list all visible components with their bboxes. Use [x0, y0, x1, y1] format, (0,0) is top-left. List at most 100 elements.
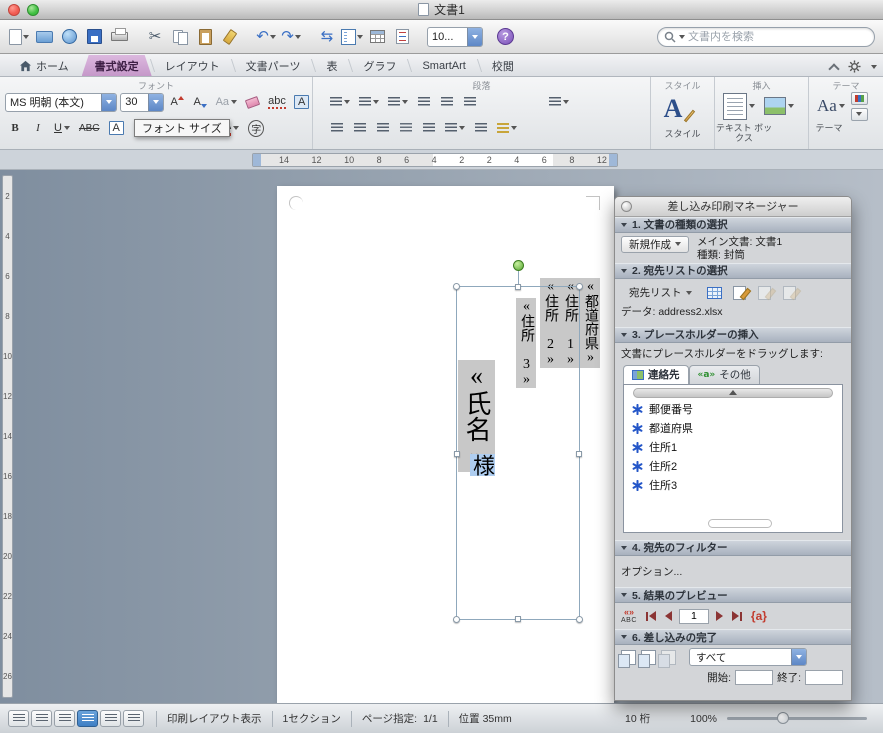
tab-review[interactable]: 校閲 — [479, 55, 527, 76]
view-fullscreen-button[interactable] — [123, 710, 144, 727]
field-item-address2[interactable]: 住所2 — [624, 457, 842, 476]
save-button[interactable] — [83, 24, 105, 50]
field-item-address1[interactable]: 住所1 — [624, 438, 842, 457]
gear-icon[interactable] — [848, 60, 861, 73]
font-size-combo[interactable]: 30 — [120, 93, 164, 112]
themes-button[interactable]: Aa — [814, 90, 848, 122]
previous-record-button[interactable] — [663, 611, 674, 621]
scroll-up-button[interactable] — [633, 388, 833, 398]
start-record-input[interactable] — [735, 670, 773, 685]
tab-format[interactable]: 書式設定 — [82, 55, 152, 76]
recipient-list-button[interactable]: 宛先リスト — [621, 284, 700, 301]
underline-button[interactable]: U — [51, 118, 73, 139]
enclose-characters-button[interactable]: 字 — [245, 118, 267, 139]
align-center-button[interactable] — [350, 118, 370, 139]
bold-button[interactable]: B — [5, 118, 25, 139]
last-record-button[interactable] — [730, 611, 744, 621]
sort-button[interactable] — [460, 92, 480, 113]
list-scrollbar[interactable] — [708, 519, 772, 528]
section-1-header[interactable]: 1. 文書の種類の選択 — [615, 217, 851, 233]
text-box-button[interactable] — [720, 90, 758, 122]
multilevel-list-button[interactable] — [385, 92, 411, 113]
envelope-page[interactable]: «都道府県» «住所 1» «住所 2» «住所 3» «氏名» 様 — [277, 186, 614, 703]
tab-smartart[interactable]: SmartArt — [409, 55, 478, 76]
theme-colors-button[interactable] — [851, 92, 868, 105]
shading-button[interactable] — [494, 118, 520, 139]
undo-button[interactable]: ↶ — [255, 24, 277, 50]
redo-button[interactable]: ↷ — [280, 24, 302, 50]
copy-button[interactable] — [169, 24, 191, 50]
merge-range-popup[interactable]: すべて — [689, 648, 807, 666]
tab-document-elements[interactable]: 文書パーツ — [233, 55, 314, 76]
handle-middle-left[interactable] — [454, 451, 460, 457]
edit-recipients-button[interactable] — [730, 285, 750, 301]
gear-dropdown-icon[interactable] — [871, 65, 877, 69]
search-input[interactable] — [688, 31, 868, 43]
view-notebook-button[interactable] — [100, 710, 121, 727]
handle-bottom-center[interactable] — [515, 616, 521, 622]
italic-button[interactable]: I — [28, 118, 48, 139]
end-record-input[interactable] — [805, 670, 843, 685]
field-item-address3[interactable]: 住所3 — [624, 476, 842, 495]
print-button[interactable] — [108, 24, 130, 50]
open-button[interactable] — [33, 24, 55, 50]
merge-field-list[interactable]: 郵便番号 都道府県 住所1 住所2 住所3 — [623, 384, 843, 533]
view-outline-button[interactable] — [31, 710, 52, 727]
view-merged-data-toggle[interactable]: «» ABC — [621, 608, 637, 624]
spelling-style-button[interactable]: abc — [266, 92, 289, 113]
highlight-merge-fields-button[interactable]: {a} — [751, 609, 767, 623]
ruler-left-margin[interactable] — [253, 154, 261, 166]
grid-settings-button[interactable] — [471, 118, 491, 139]
section-6-header[interactable]: 6. 差し込みの完了 — [615, 629, 851, 645]
handle-bottom-left[interactable] — [453, 616, 460, 623]
ruler-right-margin[interactable] — [609, 154, 617, 166]
field-item-postal-code[interactable]: 郵便番号 — [624, 400, 842, 419]
clear-formatting-button[interactable] — [243, 92, 263, 113]
filter-options-button[interactable]: オプション... — [621, 564, 682, 579]
strikethrough-button[interactable]: ABC — [76, 118, 103, 139]
justify-button[interactable] — [396, 118, 416, 139]
table-button[interactable] — [366, 24, 388, 50]
handle-bottom-right[interactable] — [576, 616, 583, 623]
font-name-combo[interactable]: MS 明朝 (本文) — [5, 93, 117, 112]
close-window-button[interactable] — [8, 4, 20, 16]
paste-button[interactable] — [194, 24, 216, 50]
change-case-button[interactable]: Aa — [213, 92, 239, 113]
view-columns-button[interactable] — [341, 24, 363, 50]
zoom-window-button[interactable] — [27, 4, 39, 16]
vertical-ruler[interactable]: 24 68 1012 1416 1820 2224 26 — [2, 175, 13, 698]
zoom-slider[interactable] — [727, 717, 867, 720]
view-draft-button[interactable] — [8, 710, 29, 727]
zoom-dropdown-button[interactable] — [467, 28, 482, 46]
format-painter-button[interactable] — [219, 24, 241, 50]
asian-layout-button[interactable] — [546, 92, 572, 113]
handle-top-center[interactable] — [515, 284, 521, 290]
merge-to-printer-button[interactable] — [641, 650, 656, 665]
add-data-source-button[interactable] — [780, 285, 800, 301]
record-number-input[interactable] — [679, 609, 709, 624]
zoom-slider-thumb[interactable] — [777, 712, 789, 724]
collapse-ribbon-button[interactable] — [828, 63, 839, 74]
picture-button[interactable] — [761, 90, 797, 122]
tab-charts[interactable]: グラフ — [350, 55, 409, 76]
numbering-button[interactable] — [356, 92, 382, 113]
font-name-dropdown[interactable] — [101, 94, 116, 111]
grow-font-button[interactable]: A — [167, 92, 187, 113]
character-shading-button[interactable]: A — [291, 92, 312, 113]
styles-button[interactable]: A — [651, 89, 695, 129]
tab-tables[interactable]: 表 — [313, 55, 350, 76]
tab-layout[interactable]: レイアウト — [152, 55, 233, 76]
section-4-header[interactable]: 4. 宛先のフィルター — [615, 540, 851, 556]
open-data-source-button[interactable] — [705, 285, 725, 301]
page-indicator-label[interactable]: ページ指定: — [362, 711, 417, 726]
handle-top-right[interactable] — [576, 283, 583, 290]
handle-middle-right[interactable] — [576, 451, 582, 457]
font-size-dropdown[interactable] — [148, 94, 163, 111]
search-box[interactable] — [657, 27, 875, 47]
merge-range-dropdown[interactable] — [791, 649, 806, 665]
horizontal-ruler[interactable]: 1412 108 64 22 46 812 — [252, 153, 618, 167]
text-box-selection[interactable] — [456, 286, 580, 620]
edit-data-source-button[interactable] — [755, 285, 775, 301]
tab-other[interactable]: «a»その他 — [689, 365, 760, 384]
create-new-button[interactable]: 新規作成 — [621, 236, 689, 253]
